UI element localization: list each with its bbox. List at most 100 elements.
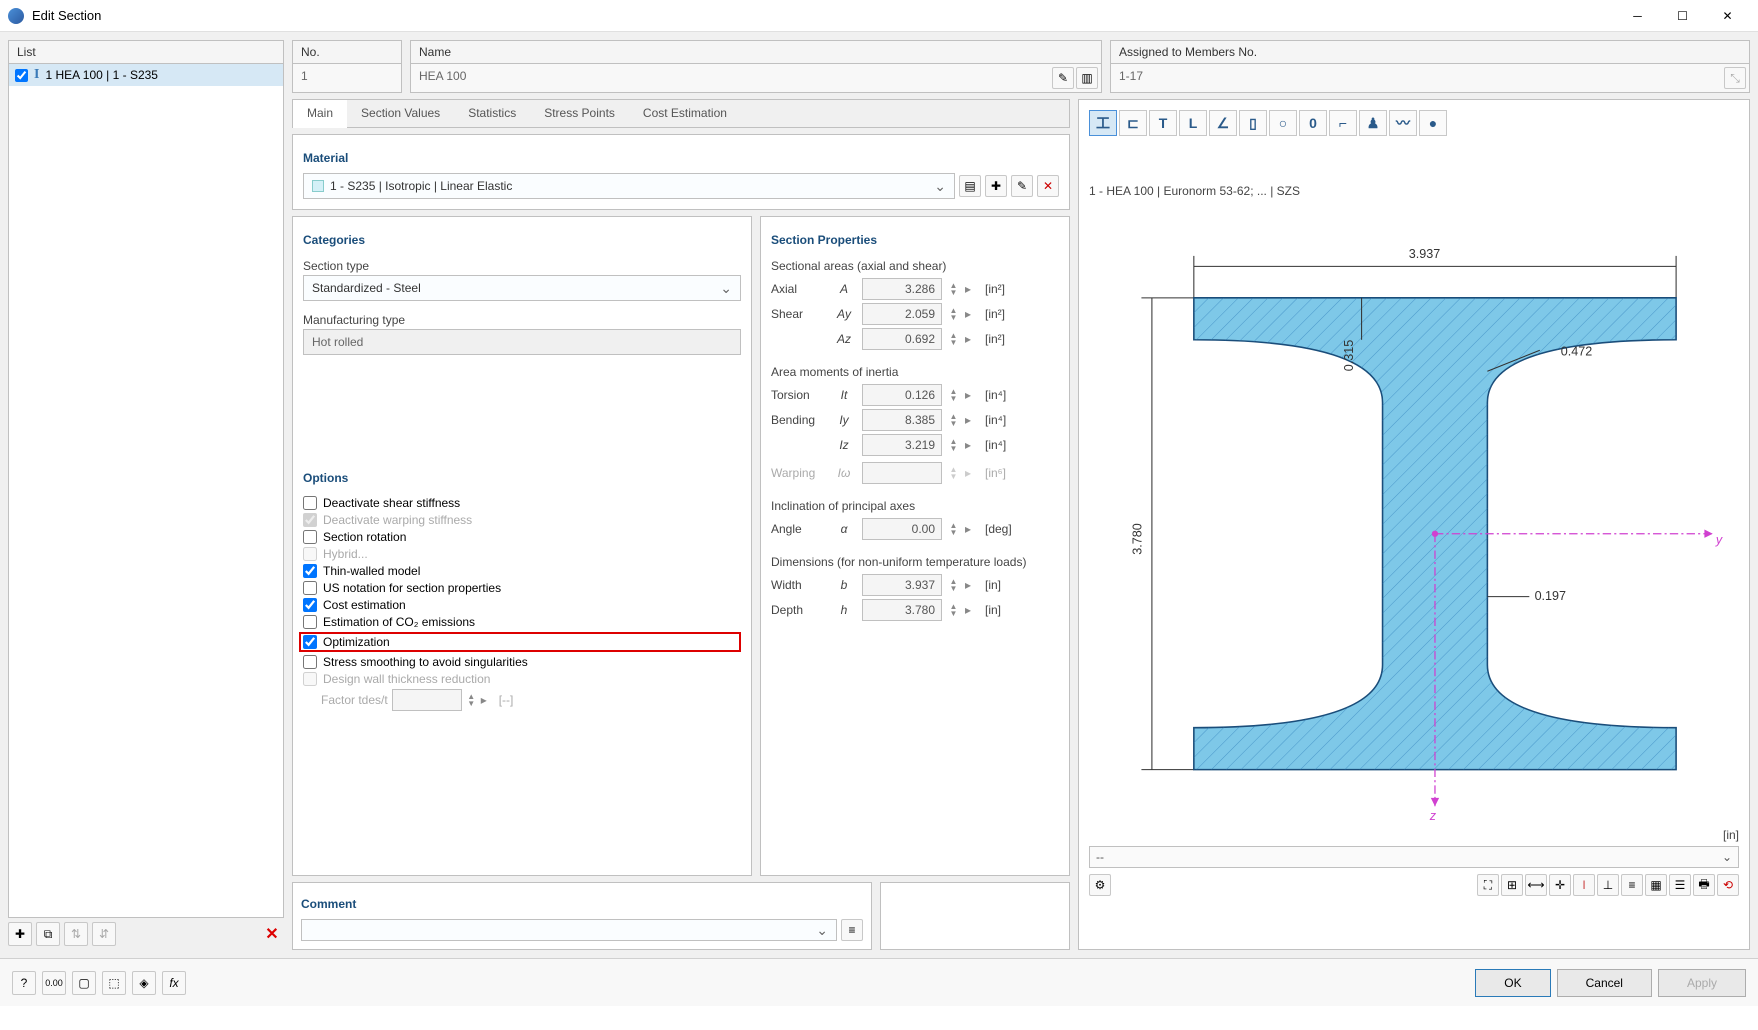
apply-button[interactable]: Apply (1658, 969, 1746, 997)
view-list-icon[interactable]: ☰ (1669, 874, 1691, 896)
material-edit-icon[interactable]: ✎ (1011, 175, 1033, 197)
prop-input-It[interactable] (862, 384, 942, 406)
prop-input-Az[interactable] (862, 328, 942, 350)
prop-arrow-icon[interactable]: ▸ (965, 332, 979, 346)
display-1-icon[interactable]: ▢ (72, 971, 96, 995)
prop-input-b[interactable] (862, 574, 942, 596)
minimize-button[interactable]: ─ (1615, 2, 1660, 30)
option-checkbox[interactable] (303, 598, 317, 612)
option-checkbox[interactable] (303, 564, 317, 578)
display-2-icon[interactable]: ⬚ (102, 971, 126, 995)
shape-l-icon[interactable]: L (1179, 110, 1207, 136)
option-optimization[interactable]: Optimization (299, 632, 741, 652)
shape-circle-icon[interactable]: ○ (1269, 110, 1297, 136)
pick-members-icon[interactable]: ⤡ (1724, 67, 1746, 89)
prop-input-Ay[interactable] (862, 303, 942, 325)
comment-edit-icon[interactable]: ≡ (841, 919, 863, 941)
view-grid-icon[interactable]: ▦ (1645, 874, 1667, 896)
view-values-icon[interactable]: ⊞ (1501, 874, 1523, 896)
prop-arrow-icon[interactable]: ▸ (965, 282, 979, 296)
tab-statistics[interactable]: Statistics (454, 100, 530, 127)
shape-oval-icon[interactable]: 0 (1299, 110, 1327, 136)
view-plastic-icon[interactable]: ≡ (1621, 874, 1643, 896)
preview-view-dropdown[interactable]: -- (1089, 846, 1739, 868)
material-dropdown[interactable]: 1 - S235 | Isotropic | Linear Elastic (303, 173, 955, 199)
option-estimation-of-co-emissions[interactable]: Estimation of CO₂ emissions (303, 615, 741, 629)
option-checkbox[interactable] (303, 615, 317, 629)
prop-arrow-icon[interactable]: ▸ (965, 603, 979, 617)
no-field[interactable]: 1 (292, 64, 402, 93)
view-axes-icon[interactable]: ✛ (1549, 874, 1571, 896)
tab-section-values[interactable]: Section Values (347, 100, 454, 127)
prop-input-Iy[interactable] (862, 409, 942, 431)
edit-name-icon[interactable]: ✎ (1052, 67, 1074, 89)
dim-radius-text: 0.472 (1561, 345, 1592, 359)
delete-item-button[interactable]: ✕ (260, 922, 284, 946)
maximize-button[interactable]: ☐ (1660, 2, 1705, 30)
cancel-button[interactable]: Cancel (1557, 969, 1652, 997)
display-3-icon[interactable]: ◈ (132, 971, 156, 995)
list-item-checkbox[interactable] (15, 69, 28, 82)
option-checkbox[interactable] (303, 530, 317, 544)
section-type-dropdown[interactable]: Standardized - Steel (303, 275, 741, 301)
shape-round-icon[interactable]: ● (1419, 110, 1447, 136)
material-delete-icon[interactable]: ✕ (1037, 175, 1059, 197)
prop-arrow-icon[interactable]: ▸ (965, 413, 979, 427)
sort-asc-button[interactable]: ⇅ (64, 922, 88, 946)
prop-arrow-icon[interactable]: ▸ (965, 388, 979, 402)
print-icon[interactable]: 🖶 (1693, 874, 1715, 896)
material-library-icon[interactable]: ▤ (959, 175, 981, 197)
prop-arrow-icon[interactable]: ▸ (965, 438, 979, 452)
shape-omega-icon[interactable]: ⌐ (1329, 110, 1357, 136)
option-checkbox[interactable] (303, 635, 317, 649)
material-new-icon[interactable]: ✚ (985, 175, 1007, 197)
option-checkbox[interactable] (303, 581, 317, 595)
list-item[interactable]: I 1 HEA 100 | 1 - S235 (9, 64, 283, 86)
new-item-button[interactable]: ✚ (8, 922, 32, 946)
view-extents-icon[interactable]: ⛶ (1477, 874, 1499, 896)
option-cost-estimation[interactable]: Cost estimation (303, 598, 741, 612)
option-stress-smoothing-to-avoid-singularities[interactable]: Stress smoothing to avoid singularities (303, 655, 741, 669)
ok-button[interactable]: OK (1475, 969, 1550, 997)
prop-arrow-icon[interactable]: ▸ (965, 578, 979, 592)
titlebar: Edit Section ─ ☐ ✕ (0, 0, 1758, 32)
shape-z-icon[interactable]: ∠ (1209, 110, 1237, 136)
close-button[interactable]: ✕ (1705, 2, 1750, 30)
library-icon[interactable]: ▥ (1076, 67, 1098, 89)
sort-desc-button[interactable]: ⇵ (92, 922, 116, 946)
prop-input-h[interactable] (862, 599, 942, 621)
prop-input-Iz[interactable] (862, 434, 942, 456)
comment-input[interactable] (301, 919, 837, 941)
manuf-type-label: Manufacturing type (303, 313, 741, 327)
angle-input[interactable] (862, 518, 942, 540)
option-checkbox[interactable] (303, 655, 317, 669)
copy-item-button[interactable]: ⧉ (36, 922, 60, 946)
prop-input-A[interactable] (862, 278, 942, 300)
option-us-notation-for-section-properties[interactable]: US notation for section properties (303, 581, 741, 595)
tab-main[interactable]: Main (293, 100, 347, 128)
view-dims-icon[interactable]: ⟷ (1525, 874, 1547, 896)
shape-i-icon[interactable]: 工 (1089, 110, 1117, 136)
units-icon[interactable]: 0.00 (42, 971, 66, 995)
shape-box-icon[interactable]: ▯ (1239, 110, 1267, 136)
tab-stress-points[interactable]: Stress Points (530, 100, 629, 127)
option-checkbox[interactable] (303, 496, 317, 510)
shape-wave-icon[interactable]: 〰 (1389, 110, 1417, 136)
view-stress-icon[interactable]: I (1573, 874, 1595, 896)
app-icon (8, 8, 24, 24)
shape-t-icon[interactable]: T (1149, 110, 1177, 136)
name-field[interactable]: HEA 100 (410, 64, 1102, 93)
tab-cost-estimation[interactable]: Cost Estimation (629, 100, 741, 127)
option-section-rotation[interactable]: Section rotation (303, 530, 741, 544)
view-reset-icon[interactable]: ⟲ (1717, 874, 1739, 896)
shape-c-icon[interactable]: ⊏ (1119, 110, 1147, 136)
formula-icon[interactable]: fx (162, 971, 186, 995)
shape-rail-icon[interactable]: ♟ (1359, 110, 1387, 136)
option-thin-walled-model[interactable]: Thin-walled model (303, 564, 741, 578)
option-deactivate-shear-stiffness[interactable]: Deactivate shear stiffness (303, 496, 741, 510)
prop-arrow-icon[interactable]: ▸ (965, 307, 979, 321)
view-shear-icon[interactable]: ⊥ (1597, 874, 1619, 896)
assigned-field[interactable]: 1-17 (1110, 64, 1750, 93)
help-icon[interactable]: ? (12, 971, 36, 995)
preview-tool-a-icon[interactable]: ⚙ (1089, 874, 1111, 896)
